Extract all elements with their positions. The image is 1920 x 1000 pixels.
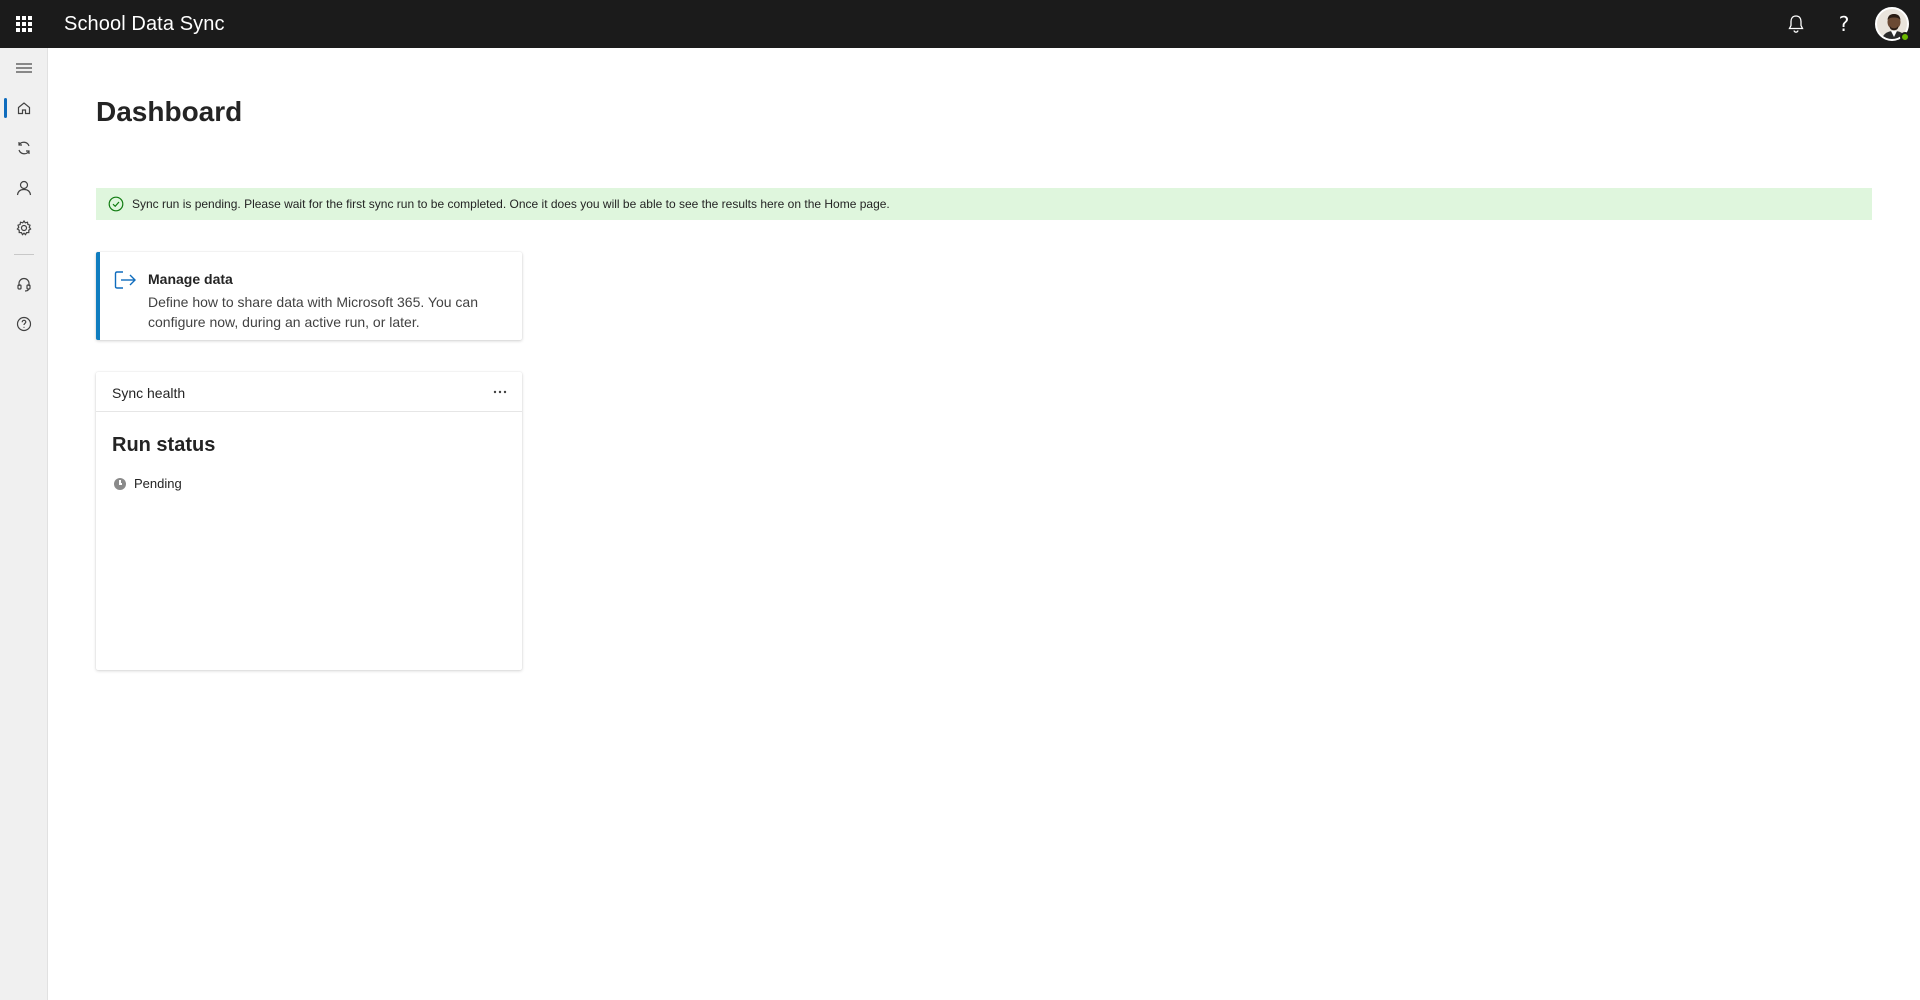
top-bar: School Data Sync ?	[0, 0, 1920, 48]
run-status-text: Pending	[134, 476, 182, 491]
run-status: Pending	[114, 476, 182, 491]
presence-indicator	[1900, 32, 1910, 42]
banner-message: Sync run is pending. Please wait for the…	[132, 197, 890, 211]
headset-icon[interactable]	[0, 264, 48, 304]
run-status-title: Run status	[112, 434, 216, 456]
app-launcher-icon[interactable]	[0, 0, 48, 48]
sync-icon[interactable]	[0, 128, 48, 168]
app-title[interactable]: School Data Sync	[64, 13, 225, 36]
manage-data-title: Manage data	[148, 271, 233, 287]
manage-data-card[interactable]: Manage data Define how to share data wit…	[96, 252, 522, 340]
clock-icon	[114, 477, 126, 490]
left-navigation-rail	[0, 48, 48, 1000]
avatar[interactable]	[1868, 0, 1916, 48]
settings-icon[interactable]	[0, 208, 48, 248]
checkmark-circle-icon	[108, 196, 124, 212]
hamburger-icon[interactable]	[0, 48, 48, 88]
share-arrow-icon	[114, 270, 138, 290]
manage-data-description: Define how to share data with Microsoft …	[148, 294, 478, 330]
sync-health-header: Sync health	[96, 372, 522, 412]
status-banner: Sync run is pending. Please wait for the…	[96, 188, 1872, 220]
sync-health-title: Sync health	[112, 385, 186, 401]
rail-divider	[14, 254, 34, 255]
bell-icon[interactable]	[1772, 0, 1820, 48]
more-horizontal-icon[interactable]	[486, 378, 514, 406]
sync-health-card: Sync health Run status Pending	[96, 372, 522, 670]
page-title: Dashboard	[96, 96, 243, 127]
person-icon[interactable]	[0, 168, 48, 208]
help-icon[interactable]: ?	[1820, 0, 1868, 48]
home-icon[interactable]	[0, 88, 48, 128]
help-circle-icon[interactable]	[0, 304, 48, 344]
